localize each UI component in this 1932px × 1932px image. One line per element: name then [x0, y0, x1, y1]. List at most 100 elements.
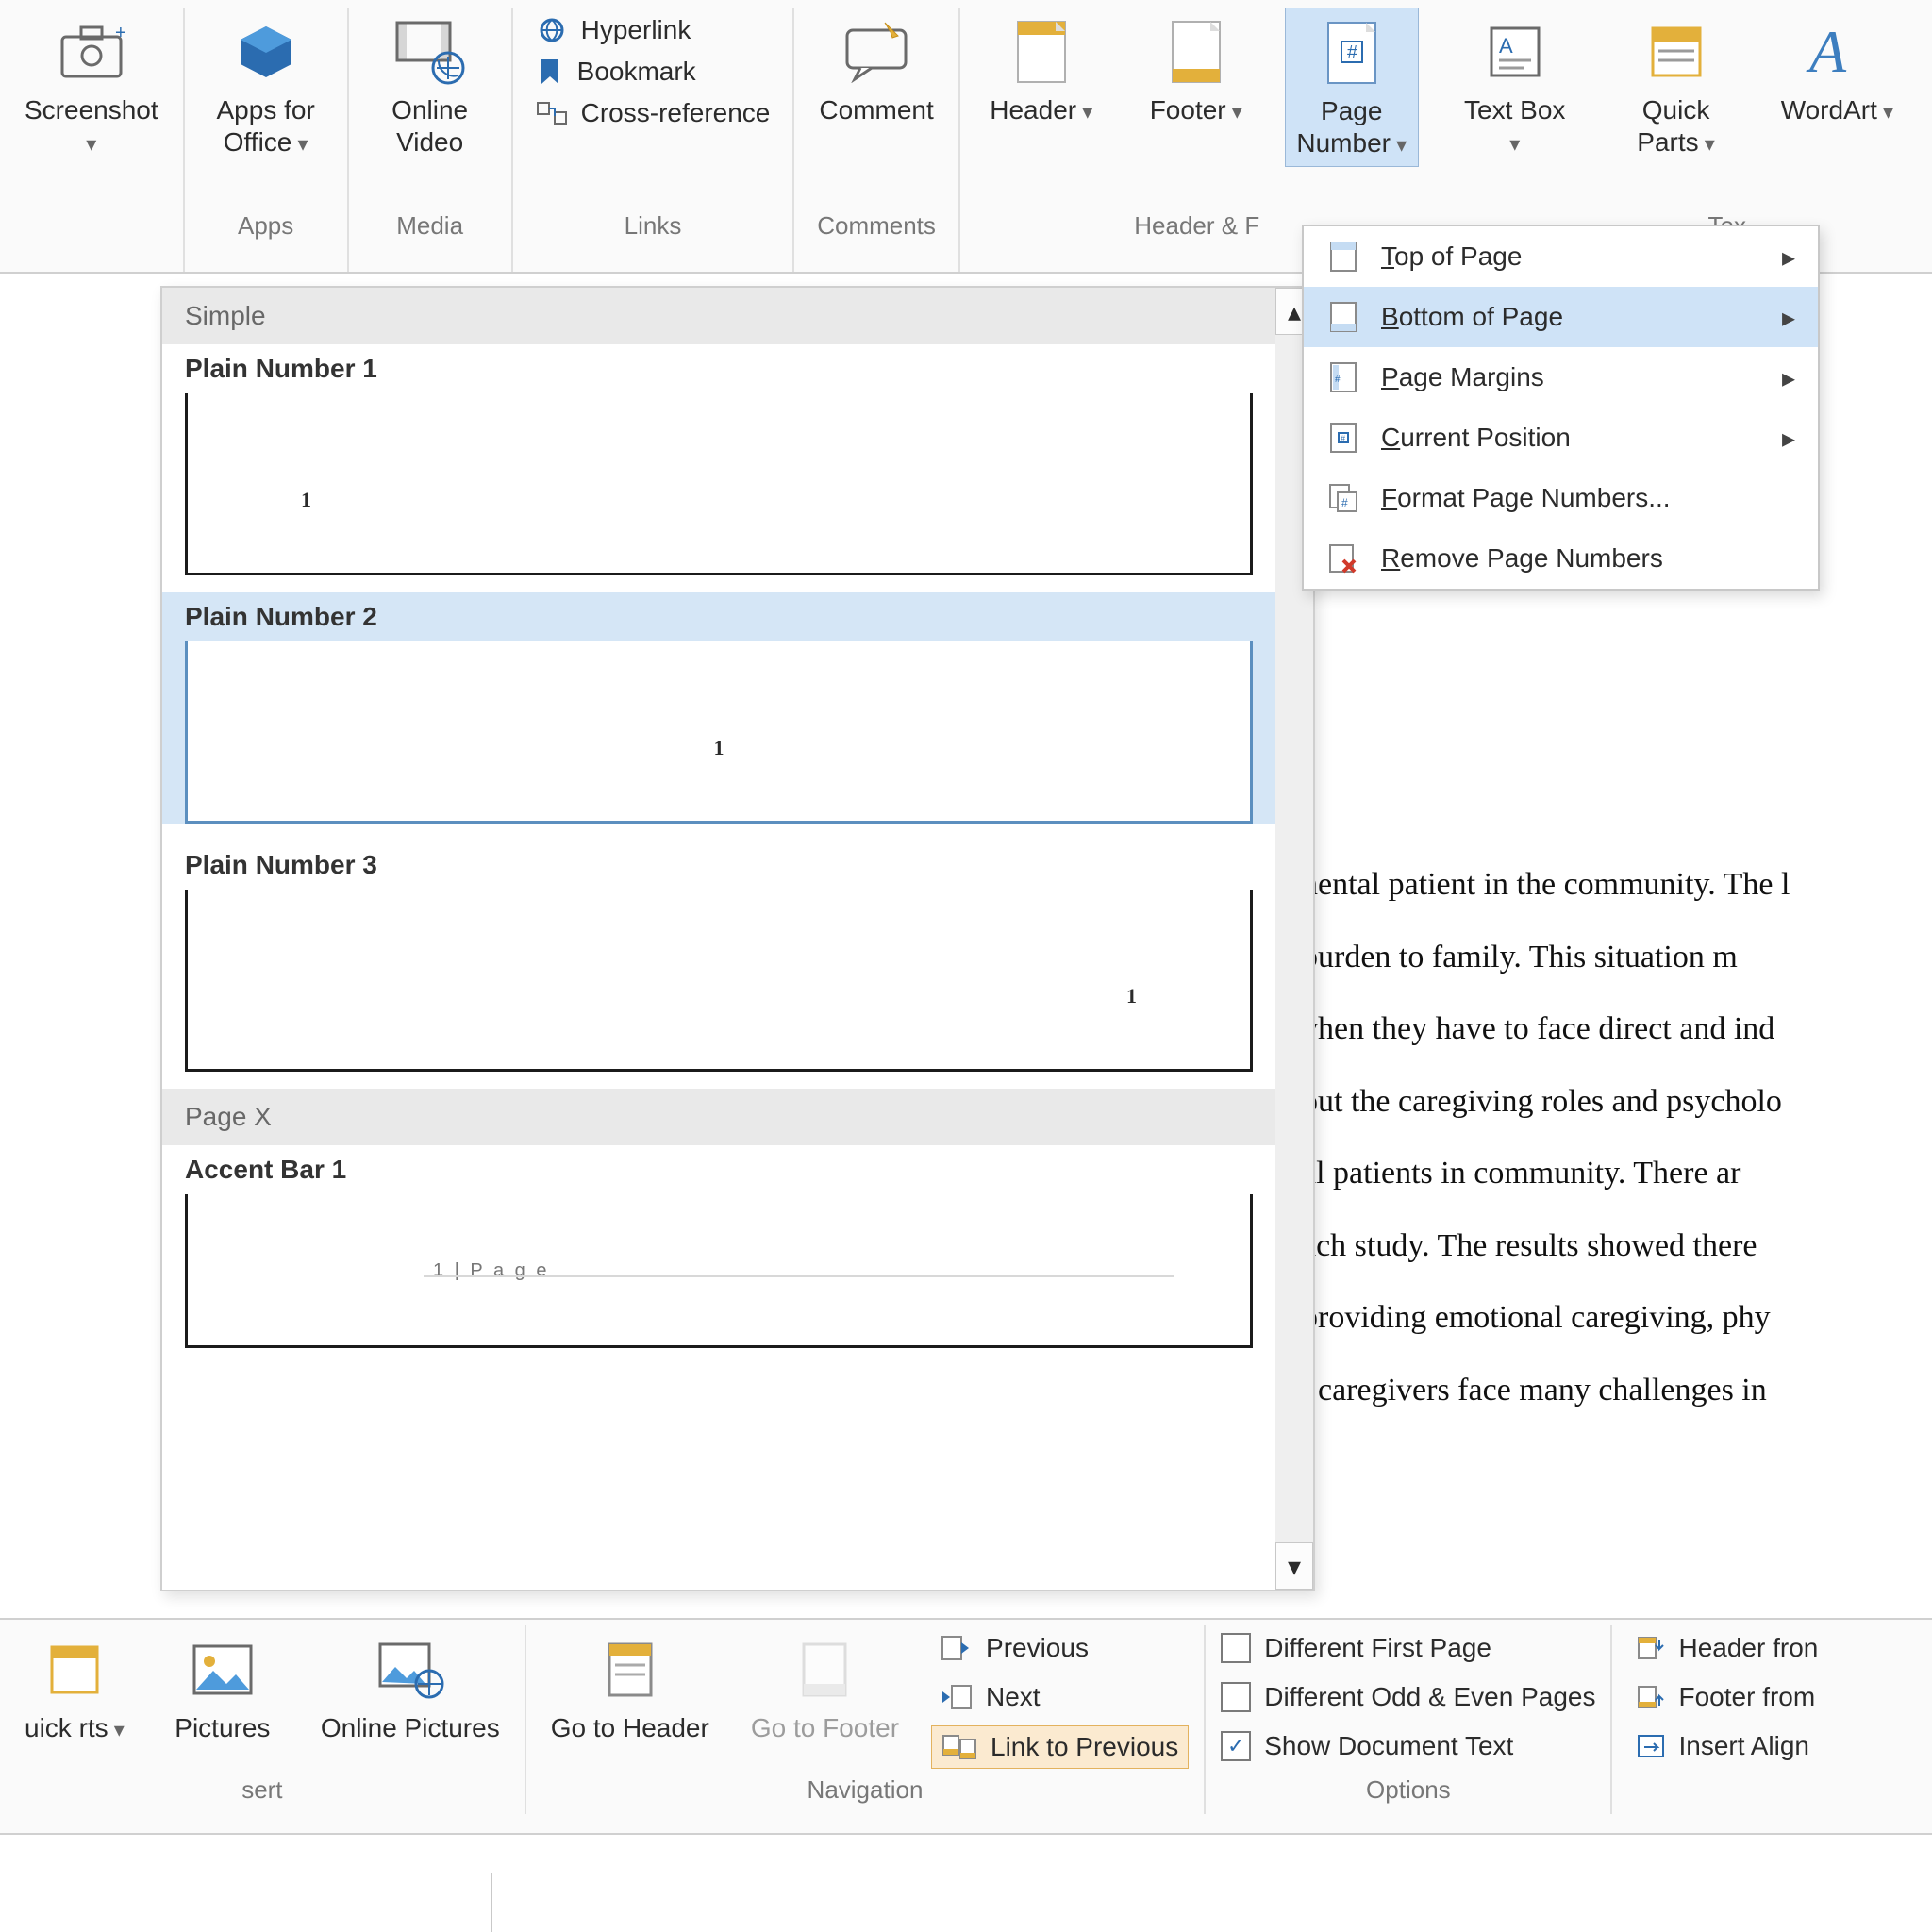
gallery-preview: 1 | P a g e — [185, 1194, 1253, 1348]
gallery-category-pagex: Page X — [162, 1089, 1275, 1145]
wordart-button[interactable]: A WordArt — [1771, 8, 1903, 134]
svg-text:#: # — [1347, 42, 1358, 63]
show-document-text-checkbox[interactable]: Show Document Text — [1221, 1725, 1595, 1767]
bookmark-button[interactable]: Bookmark — [528, 55, 778, 89]
group-navigation: Go to Header Go to Footer Previous Next … — [526, 1625, 1207, 1814]
gallery-preview: 1 — [185, 890, 1253, 1072]
gallery-preview: 1 — [185, 393, 1253, 575]
apps-group-label: Apps — [200, 206, 332, 250]
online-pictures-icon — [374, 1633, 447, 1707]
pictures-button[interactable]: Pictures — [157, 1625, 289, 1752]
camera-icon: + — [55, 15, 128, 89]
different-first-page-checkbox[interactable]: Different First Page — [1221, 1627, 1595, 1669]
submenu-arrow-icon: ▸ — [1782, 423, 1795, 454]
header-position-icon — [1637, 1636, 1665, 1660]
pictures-icon — [186, 1633, 259, 1707]
gallery-option-label: Accent Bar 1 — [162, 1145, 1275, 1192]
menu-format-page-numbers[interactable]: # Format Page Numbers...Format Page Numb… — [1304, 468, 1818, 528]
video-icon — [393, 15, 467, 89]
gallery-option-label: Plain Number 1 — [162, 344, 1275, 391]
page-number-gallery: Simple Plain Number 1 1 Plain Number 2 1… — [160, 286, 1315, 1591]
page-bottom-icon — [1326, 300, 1360, 334]
hyperlink-label: Hyperlink — [581, 15, 691, 45]
checkbox-icon — [1221, 1682, 1251, 1712]
svg-text:#: # — [1335, 375, 1341, 385]
bookmark-label: Bookmark — [577, 57, 696, 87]
gallery-option-label: Plain Number 3 — [162, 841, 1275, 888]
screenshot-label: Screenshot — [25, 94, 158, 158]
cross-reference-button[interactable]: Cross-reference — [528, 96, 778, 130]
quick-parts-button[interactable]: Quick Parts — [1604, 8, 1749, 165]
online-video-button[interactable]: Online Video — [364, 8, 496, 165]
link-to-previous-button[interactable]: Link to Previous — [931, 1725, 1189, 1769]
header-label: Header — [990, 94, 1092, 126]
screenshot-button[interactable]: + Screenshot — [15, 8, 168, 165]
comment-label: Comment — [819, 94, 933, 126]
ribbon-header-footer-design: uick rts Pictures Online Pictures sert G… — [0, 1618, 1932, 1835]
apps-icon — [229, 15, 303, 89]
gallery-option-plain-2[interactable]: Plain Number 2 1 — [162, 592, 1275, 824]
menu-remove-page-numbers[interactable]: Remove Page NumbersRemove Page Numbers — [1304, 528, 1818, 589]
page-margins-icon: # — [1326, 360, 1360, 394]
remove-icon — [1326, 541, 1360, 575]
hyperlink-button[interactable]: Hyperlink — [528, 13, 778, 47]
gallery-option-plain-1[interactable]: Plain Number 1 1 — [162, 344, 1275, 575]
footer-label: Footer — [1150, 94, 1242, 126]
page-number-button[interactable]: # Page Number — [1285, 8, 1419, 167]
footer-from-bottom-button[interactable]: Footer from — [1627, 1676, 1827, 1718]
page-number-icon: # — [1315, 16, 1389, 90]
insert-alignment-tab-button[interactable]: Insert Align — [1627, 1725, 1827, 1767]
submenu-arrow-icon: ▸ — [1782, 302, 1795, 333]
gallery-option-label: Plain Number 2 — [162, 592, 1275, 640]
group-position: Header fron Footer from Insert Align — [1612, 1625, 1842, 1814]
svg-text:A: A — [1499, 34, 1513, 58]
quick-parts-button-2[interactable]: uick rts — [15, 1625, 134, 1752]
group-apps: Apps for Office Apps — [185, 8, 349, 272]
footer-icon — [1159, 15, 1233, 89]
menu-page-margins[interactable]: # Page MarginsPage Margins ▸ — [1304, 347, 1818, 408]
previous-section-button[interactable]: Previous — [931, 1627, 1189, 1669]
text-box-button[interactable]: A Text Box — [1449, 8, 1581, 165]
gallery-option-accent-bar-1[interactable]: Accent Bar 1 1 | P a g e — [162, 1145, 1275, 1348]
group-screenshot: + Screenshot — [0, 8, 185, 272]
quick-parts-icon — [1640, 15, 1713, 89]
gallery-preview: 1 — [185, 641, 1253, 824]
different-odd-even-checkbox[interactable]: Different Odd & Even Pages — [1221, 1676, 1595, 1718]
comment-icon — [840, 15, 913, 89]
group-links: Hyperlink Bookmark Cross-reference Links — [513, 8, 795, 272]
svg-text:A: A — [1806, 19, 1847, 85]
menu-bottom-of-page[interactable]: Bottom of PageBottom of Page ▸ — [1304, 287, 1818, 347]
format-icon: # — [1326, 481, 1360, 515]
scroll-down-icon[interactable]: ▾ — [1275, 1542, 1313, 1590]
checkbox-icon — [1221, 1633, 1251, 1663]
submenu-arrow-icon: ▸ — [1782, 242, 1795, 273]
go-to-footer-button: Go to Footer — [741, 1625, 908, 1752]
document-body-text: nental patient in the community. The l b… — [1302, 849, 1932, 1426]
hyperlink-icon — [536, 16, 568, 44]
checkbox-checked-icon — [1221, 1731, 1251, 1761]
drop-cap-button[interactable]: A Dr Ca — [1925, 8, 1932, 165]
wordart-label: WordArt — [1781, 94, 1893, 126]
apps-for-office-button[interactable]: Apps for Office — [200, 8, 332, 165]
menu-current-position[interactable]: # Current PositionCurrent Position ▸ — [1304, 408, 1818, 468]
header-icon — [1005, 15, 1078, 89]
next-icon — [941, 1684, 973, 1710]
menu-top-of-page[interactable]: TTop of Pageop of Page ▸ — [1304, 226, 1818, 287]
page-current-icon: # — [1326, 421, 1360, 455]
crossref-icon — [536, 99, 568, 127]
align-tab-icon — [1637, 1734, 1665, 1758]
go-to-header-button[interactable]: Go to Header — [541, 1625, 719, 1752]
gallery-option-plain-3[interactable]: Plain Number 3 1 — [162, 841, 1275, 1072]
goto-footer-icon — [788, 1633, 861, 1707]
header-from-top-button[interactable]: Header fron — [1627, 1627, 1827, 1669]
header-button[interactable]: Header — [975, 8, 1108, 134]
page-top-icon — [1326, 240, 1360, 274]
online-pictures-button[interactable]: Online Pictures — [311, 1625, 509, 1752]
svg-text:#: # — [1341, 496, 1348, 509]
media-group-label: Media — [364, 206, 496, 250]
next-section-button[interactable]: Next — [931, 1676, 1189, 1718]
comment-button[interactable]: Comment — [809, 8, 942, 134]
drop-cap-icon: A — [1929, 15, 1932, 89]
previous-icon — [941, 1635, 973, 1661]
footer-button[interactable]: Footer — [1130, 8, 1262, 134]
